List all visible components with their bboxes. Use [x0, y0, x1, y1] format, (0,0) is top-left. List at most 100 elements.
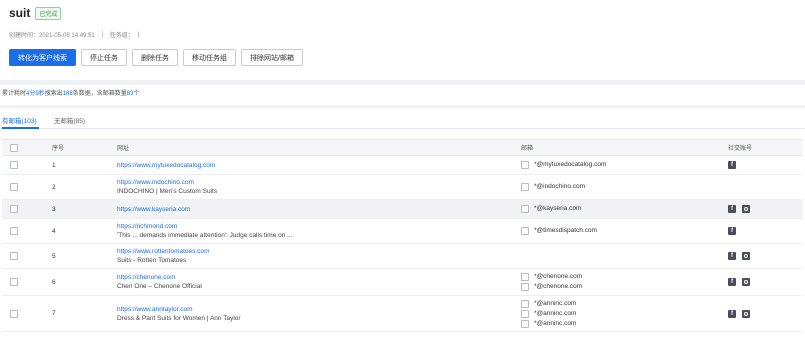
social-accounts: f: [728, 278, 803, 286]
action-button-1[interactable]: 转化为客户线索: [9, 49, 76, 66]
column-header-social: 社交账号: [728, 139, 803, 156]
row-checkbox[interactable]: [10, 278, 18, 286]
row-url-link[interactable]: https://www.indochino.com: [117, 178, 521, 187]
task-meta: 创建时间：2021-05-08 14:49:51 任务组： |: [9, 30, 139, 39]
stats-duration: 4分9秒: [26, 91, 45, 97]
email-checkbox[interactable]: [521, 273, 529, 281]
row-checkbox[interactable]: [10, 309, 18, 318]
task-group-label: 任务组：: [109, 33, 134, 39]
table-row[interactable]: 1 https://www.mytuxedocatalog.com *@mytuxe…: [2, 155, 803, 175]
row-page-title: Dress & Pant Suits for Women | Ann Taylo…: [117, 314, 241, 322]
email-address: *@indochino.com: [534, 183, 586, 190]
email-entry: *@chenone.com: [521, 272, 728, 282]
row-index: 1: [52, 161, 56, 169]
email-checkbox[interactable]: [521, 227, 529, 235]
email-entry: *@chenone.com: [521, 282, 728, 292]
row-index: 2: [52, 183, 56, 191]
email-entry: *@anninc.com: [521, 319, 728, 329]
row-page-title: Chen One – Chenone Official: [117, 283, 202, 290]
column-header-index: 序号: [52, 139, 117, 156]
select-all-checkbox[interactable]: [10, 143, 18, 152]
email-entry: *@timesdispatch.com: [521, 226, 728, 236]
email-checkbox[interactable]: [521, 299, 529, 308]
action-button-4[interactable]: 移动任务组: [183, 49, 236, 66]
row-url-link[interactable]: https://richmond.com: [117, 222, 521, 231]
row-url-link[interactable]: https://www.mytuxedocatalog.com: [117, 161, 521, 170]
facebook-icon[interactable]: f: [728, 252, 736, 260]
social-accounts: f: [728, 309, 803, 318]
action-button-3[interactable]: 删除任务: [132, 49, 178, 66]
facebook-icon[interactable]: f: [728, 205, 736, 213]
action-button-5[interactable]: 排除网站/邮箱: [241, 49, 303, 66]
table-row[interactable]: 4 https://richmond.com 'This ... demands i…: [2, 218, 803, 244]
row-index: 7: [52, 310, 56, 317]
instagram-icon[interactable]: [742, 309, 750, 318]
row-page-title: 'This ... demands immediate attention': …: [117, 232, 293, 239]
email-address: *@anninc.com: [534, 309, 577, 317]
row-checkbox[interactable]: [10, 161, 18, 169]
row-url-link[interactable]: https://www.rottentomatoes.com: [117, 247, 521, 256]
created-time: 创建时间：2021-05-08 14:49:51: [9, 33, 95, 39]
action-button-2[interactable]: 停止任务: [81, 49, 127, 66]
email-entry: *@indochino.com: [521, 182, 728, 192]
instagram-icon[interactable]: [742, 205, 750, 213]
facebook-icon[interactable]: f: [728, 278, 736, 286]
social-accounts: f: [728, 227, 803, 235]
stats-card: 累计耗时4分9秒搜索出188条数据，含邮箱数量83个: [0, 85, 805, 105]
instagram-icon[interactable]: [742, 252, 750, 260]
email-checkbox[interactable]: [521, 161, 529, 169]
social-accounts: f: [728, 205, 803, 213]
results-table: 序号 网址 邮箱 社交账号 1 https://www.mytuxedocatal…: [2, 139, 803, 332]
email-entry: *@kayseria.com: [521, 204, 728, 214]
row-checkbox[interactable]: [10, 252, 18, 260]
email-address: *@timesdispatch.com: [534, 227, 597, 234]
row-index: 5: [52, 252, 56, 260]
table-header-row: 序号 网址 邮箱 社交账号: [2, 139, 803, 156]
result-tabs: 有邮箱(103) 无邮箱(85): [0, 108, 805, 129]
table-row[interactable]: 6 https://chenone.com Chen One – Chenone O…: [2, 268, 803, 296]
page-title: suit: [9, 6, 31, 20]
column-header-email: 邮箱: [521, 139, 728, 156]
active-tab-indicator: [2, 127, 39, 129]
table-row[interactable]: 2 https://www.indochino.com INDOCHINO | Me…: [2, 174, 803, 200]
row-index: 4: [52, 227, 56, 235]
email-entry: *@anninc.com: [521, 309, 728, 319]
row-index: 6: [52, 278, 56, 286]
stats-text: 条数据，含邮箱数量: [72, 91, 127, 97]
row-checkbox[interactable]: [10, 183, 18, 191]
email-address: *@anninc.com: [534, 299, 577, 307]
social-accounts: f: [728, 161, 803, 169]
row-url-link[interactable]: https://www.kayseria.com: [117, 205, 521, 214]
column-header-url: 网址: [117, 139, 521, 156]
tab-without-email[interactable]: 无邮箱(85): [54, 115, 85, 125]
stats-text: 搜索出: [44, 91, 63, 97]
email-checkbox[interactable]: [521, 283, 529, 291]
status-badge: 已完成: [35, 6, 62, 20]
row-url-link[interactable]: https://www.anntaylor.com: [117, 305, 521, 314]
email-address: *@anninc.com: [534, 319, 577, 327]
table-row[interactable]: 5 https://www.rottentomatoes.com Suits - R…: [2, 243, 803, 269]
row-index: 3: [52, 205, 56, 213]
facebook-icon[interactable]: f: [728, 227, 736, 235]
row-page-title: INDOCHINO | Men's Custom Suits: [117, 188, 218, 195]
stats-suffix: 个: [133, 91, 140, 97]
stats-prefix: 累计耗时: [2, 91, 27, 97]
row-checkbox[interactable]: [10, 227, 18, 235]
instagram-icon[interactable]: [742, 278, 750, 286]
table-row[interactable]: 3 https://www.kayseria.com *@kayseria.com f: [2, 199, 803, 219]
email-checkbox[interactable]: [521, 319, 529, 328]
row-checkbox[interactable]: [10, 205, 18, 213]
meta-divider: [101, 31, 103, 38]
email-checkbox[interactable]: [521, 205, 529, 213]
facebook-icon[interactable]: f: [728, 309, 736, 318]
row-page-title: Suits - Rotten Tomatoes: [117, 257, 187, 264]
email-address: *@mytuxedocatalog.com: [534, 161, 607, 168]
stats-result-count: 188: [62, 91, 73, 97]
email-checkbox[interactable]: [521, 309, 529, 318]
table-row[interactable]: 7 https://www.anntaylor.com Dress & Pant S…: [2, 295, 803, 332]
tab-with-email[interactable]: 有邮箱(103): [2, 115, 37, 125]
email-entry: *@mytuxedocatalog.com: [521, 160, 728, 170]
email-checkbox[interactable]: [521, 183, 529, 191]
row-url-link[interactable]: https://chenone.com: [117, 273, 521, 282]
facebook-icon[interactable]: f: [728, 161, 736, 169]
